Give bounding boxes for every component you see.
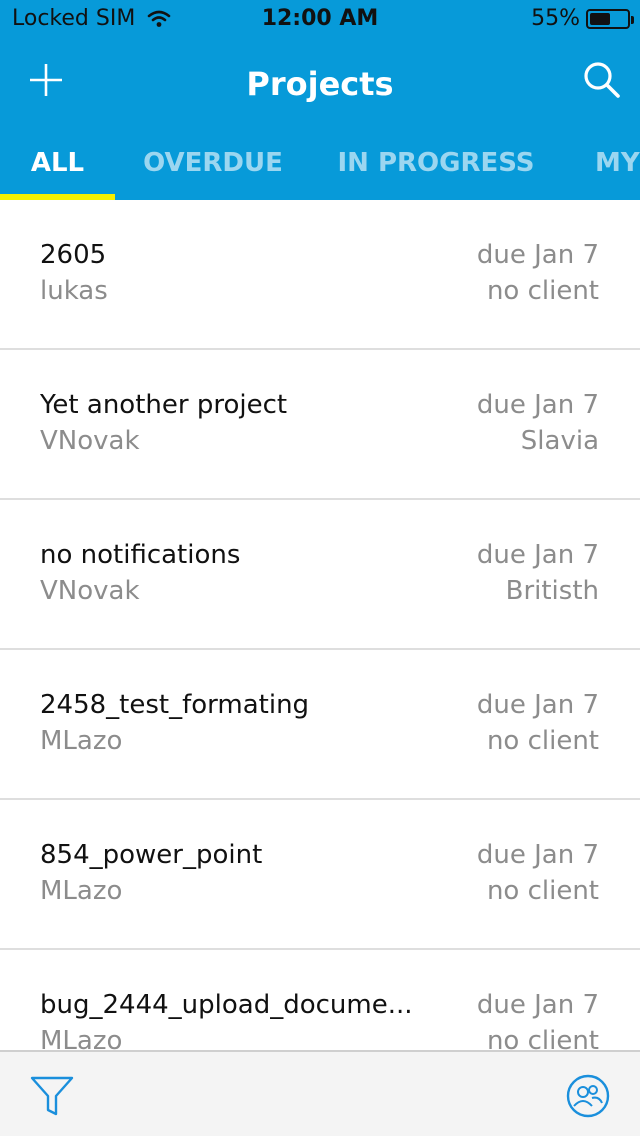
tab-all-label: ALL	[30, 148, 85, 178]
people-icon	[566, 1074, 610, 1118]
tab-in-progress[interactable]: IN PROGRESS	[328, 128, 544, 200]
project-client: no client	[486, 276, 599, 306]
tab-my-label: MY	[595, 148, 640, 178]
project-row[interactable]: 854_power_point MLazo due Jan 7 no clien…	[0, 800, 640, 950]
navbar: Projects	[0, 40, 640, 128]
project-name: 2458_test_formating	[40, 690, 310, 720]
project-owner: VNovak	[40, 576, 140, 606]
project-due: due Jan 7	[476, 840, 599, 870]
project-client: no client	[486, 1026, 599, 1050]
search-button[interactable]	[578, 56, 626, 104]
project-owner: MLazo	[40, 726, 123, 756]
project-client: Slavia	[520, 426, 599, 456]
project-name: bug_2444_upload_docume...	[40, 990, 413, 1020]
project-owner: VNovak	[40, 426, 140, 456]
tab-overdue-label: OVERDUE	[143, 148, 283, 178]
project-row[interactable]: 2605 lukas due Jan 7 no client	[0, 200, 640, 350]
filter-button[interactable]	[28, 1072, 76, 1120]
battery-nub	[631, 15, 634, 24]
project-owner: lukas	[40, 276, 108, 306]
app-header: Locked SIM 12:00 AM 55% Projects ALL OVE…	[0, 0, 640, 200]
status-bar: Locked SIM 12:00 AM 55%	[0, 0, 640, 40]
project-name: no notifications	[40, 540, 241, 570]
project-client: no client	[486, 876, 599, 906]
project-client: Britisth	[505, 576, 599, 606]
project-owner: MLazo	[40, 1026, 123, 1050]
project-owner: MLazo	[40, 876, 123, 906]
project-row[interactable]: Yet another project VNovak due Jan 7 Sla…	[0, 350, 640, 500]
tab-overdue[interactable]: OVERDUE	[130, 128, 296, 200]
project-due: due Jan 7	[476, 240, 599, 270]
tab-all[interactable]: ALL	[0, 128, 115, 200]
tab-bar: ALL OVERDUE IN PROGRESS MY	[0, 128, 640, 200]
project-name: Yet another project	[40, 390, 288, 420]
people-button[interactable]	[564, 1072, 612, 1120]
project-due: due Jan 7	[476, 390, 599, 420]
bottom-toolbar	[0, 1050, 640, 1136]
project-row[interactable]: 2458_test_formating MLazo due Jan 7 no c…	[0, 650, 640, 800]
project-due: due Jan 7	[476, 690, 599, 720]
tab-my[interactable]: MY	[595, 128, 640, 200]
battery-fill	[590, 12, 610, 25]
project-row[interactable]: bug_2444_upload_docume... MLazo due Jan …	[0, 950, 640, 1050]
battery-icon	[586, 8, 634, 29]
status-right: 55%	[531, 6, 634, 31]
project-due: due Jan 7	[476, 990, 599, 1020]
tab-in-progress-label: IN PROGRESS	[337, 148, 535, 178]
project-list: 2605 lukas due Jan 7 no client Yet anoth…	[0, 200, 640, 1050]
battery-percent: 55%	[531, 6, 580, 31]
project-name: 854_power_point	[40, 840, 263, 870]
project-client: no client	[486, 726, 599, 756]
project-due: due Jan 7	[476, 540, 599, 570]
page-title: Projects	[246, 65, 394, 103]
search-icon	[584, 62, 620, 98]
filter-icon	[30, 1076, 74, 1116]
project-name: 2605	[40, 240, 107, 270]
project-row[interactable]: no notifications VNovak due Jan 7 Britis…	[0, 500, 640, 650]
